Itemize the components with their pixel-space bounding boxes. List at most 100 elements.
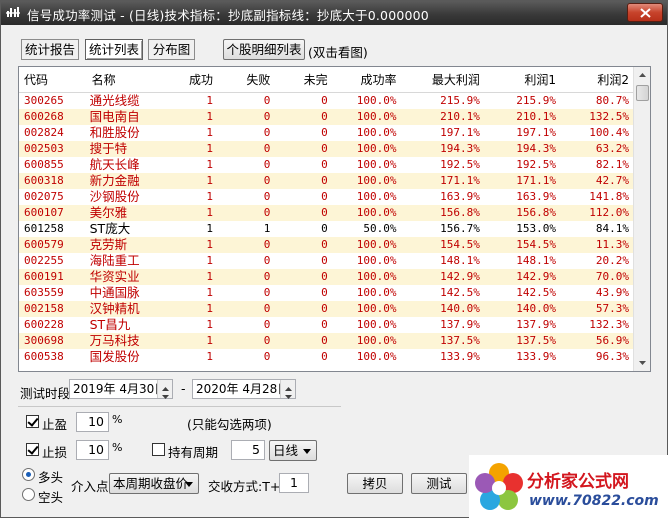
cell-success: 1 bbox=[164, 316, 218, 333]
col-header-max-profit[interactable]: 最大利润 bbox=[400, 67, 484, 93]
table-row[interactable]: 601258 ST庞大 1 1 0 50.0% 156.7% 153.0% 84.1% bbox=[19, 220, 633, 237]
cell-rate: 100.0% bbox=[331, 172, 401, 189]
tab-list[interactable]: 统计列表 bbox=[85, 39, 143, 60]
cell-rate: 100.0% bbox=[331, 140, 401, 157]
col-header-success[interactable]: 成功 bbox=[164, 67, 218, 93]
cell-profit1: 142.5% bbox=[483, 284, 560, 301]
cell-fail: 0 bbox=[217, 316, 275, 333]
cell-pending: 0 bbox=[274, 140, 332, 157]
cell-max-profit: 154.5% bbox=[400, 236, 484, 253]
cell-rate: 100.0% bbox=[331, 268, 401, 285]
cell-name: 沙钢股份 bbox=[83, 188, 165, 205]
window-title: 信号成功率测试 - (日线)技术指标：抄底副指标线：抄底大于0.000000 bbox=[27, 8, 429, 23]
cell-success: 1 bbox=[164, 300, 218, 317]
cell-code: 300265 bbox=[19, 92, 84, 109]
cell-rate: 100.0% bbox=[331, 332, 401, 349]
cell-rate: 100.0% bbox=[331, 156, 401, 173]
cell-profit1: 171.1% bbox=[483, 172, 560, 189]
table-row[interactable]: 600228 ST昌九 1 0 0 100.0% 137.9% 137.9% 132.3% bbox=[19, 316, 633, 333]
col-header-name[interactable]: 名称 bbox=[83, 67, 165, 93]
cell-profit1: 137.9% bbox=[483, 316, 560, 333]
long-label: 多头 bbox=[38, 470, 64, 485]
table-row[interactable]: 600579 克劳斯 1 0 0 100.0% 154.5% 154.5% 11.3% bbox=[19, 236, 633, 253]
cell-profit2: 132.5% bbox=[559, 108, 633, 125]
holding-period-unit-select[interactable]: 日线 bbox=[269, 440, 317, 461]
close-icon bbox=[640, 8, 651, 18]
col-header-rate[interactable]: 成功率 bbox=[331, 67, 401, 93]
test-button[interactable]: 测试 bbox=[411, 473, 467, 494]
close-button[interactable] bbox=[627, 3, 663, 22]
cell-name: 通光线缆 bbox=[83, 92, 165, 109]
title-bar[interactable]: 信号成功率测试 - (日线)技术指标：抄底副指标线：抄底大于0.000000 bbox=[1, 1, 667, 25]
take-profit-label: 止盈 bbox=[42, 417, 68, 432]
tab-report[interactable]: 统计报告 bbox=[21, 39, 79, 60]
table-row[interactable]: 002824 和胜股份 1 0 0 100.0% 197.1% 197.1% 100.4% bbox=[19, 124, 633, 141]
trade-mode-label: 交收方式:T+ bbox=[208, 479, 281, 494]
table-row[interactable]: 600318 新力金融 1 0 0 100.0% 171.1% 171.1% 42.7% bbox=[19, 172, 633, 189]
stop-loss-input[interactable]: 10 bbox=[76, 440, 109, 460]
table-row[interactable]: 002075 沙钢股份 1 0 0 100.0% 163.9% 163.9% 141.8% bbox=[19, 188, 633, 205]
cell-success: 1 bbox=[164, 268, 218, 285]
flower-logo-icon bbox=[475, 463, 523, 510]
cell-pending: 0 bbox=[274, 172, 332, 189]
cell-profit2: 70.0% bbox=[559, 268, 633, 285]
scroll-thumb[interactable] bbox=[636, 85, 649, 101]
trade-mode-input[interactable]: 1 bbox=[279, 473, 309, 493]
cell-code: 002158 bbox=[19, 300, 84, 317]
stock-detail-list-button[interactable]: 个股明细列表 bbox=[223, 39, 305, 60]
start-date-picker[interactable]: 2019年 4月30日 bbox=[69, 379, 173, 399]
holding-period-input[interactable]: 5 bbox=[231, 440, 265, 460]
cell-profit2: 82.1% bbox=[559, 156, 633, 173]
col-header-code[interactable]: 代码 bbox=[19, 67, 84, 93]
start-date-spinner[interactable] bbox=[157, 380, 172, 399]
cell-max-profit: 156.7% bbox=[400, 220, 484, 237]
cell-code: 600855 bbox=[19, 156, 84, 173]
scroll-up-arrow-icon[interactable] bbox=[634, 67, 650, 84]
holding-period-unit-value: 日线 bbox=[273, 443, 299, 458]
cell-max-profit: 194.3% bbox=[400, 140, 484, 157]
long-radio[interactable] bbox=[22, 468, 35, 481]
cell-success: 1 bbox=[164, 92, 218, 109]
table-row[interactable]: 600538 国发股份 1 0 0 100.0% 133.9% 133.9% 96.3% bbox=[19, 348, 633, 365]
cell-rate: 100.0% bbox=[331, 188, 401, 205]
table-row[interactable]: 002255 海陆重工 1 0 0 100.0% 148.1% 148.1% 20.2% bbox=[19, 252, 633, 269]
short-radio[interactable] bbox=[22, 488, 35, 501]
table-row[interactable]: 600107 美尔雅 1 0 0 100.0% 156.8% 156.8% 112.0% bbox=[19, 204, 633, 221]
end-date-picker[interactable]: 2020年 4月28日 bbox=[192, 379, 296, 399]
table-row[interactable]: 600191 华资实业 1 0 0 100.0% 142.9% 142.9% 70.0% bbox=[19, 268, 633, 285]
col-header-pending[interactable]: 未完 bbox=[274, 67, 332, 93]
end-date-spinner[interactable] bbox=[280, 380, 295, 399]
col-header-profit1[interactable]: 利润1 bbox=[483, 67, 560, 93]
take-profit-input[interactable]: 10 bbox=[76, 412, 109, 432]
cell-profit2: 132.3% bbox=[559, 316, 633, 333]
cell-fail: 0 bbox=[217, 92, 275, 109]
cell-name: 新力金融 bbox=[83, 172, 165, 189]
cell-max-profit: 140.0% bbox=[400, 300, 484, 317]
table-row[interactable]: 600855 航天长峰 1 0 0 100.0% 192.5% 192.5% 82.1% bbox=[19, 156, 633, 173]
scroll-down-arrow-icon[interactable] bbox=[634, 354, 650, 371]
col-header-fail[interactable]: 失败 bbox=[217, 67, 275, 93]
grid-vertical-scrollbar[interactable] bbox=[633, 67, 650, 371]
cell-max-profit: 133.9% bbox=[400, 348, 484, 365]
chevron-down-icon bbox=[303, 449, 311, 454]
watermark-url: www.70822.com bbox=[529, 493, 659, 509]
cell-code: 600107 bbox=[19, 204, 84, 221]
tab-distribution[interactable]: 分布图 bbox=[148, 39, 195, 60]
col-header-profit2[interactable]: 利润2 bbox=[559, 67, 633, 93]
table-row[interactable]: 603559 中通国脉 1 0 0 100.0% 142.5% 142.5% 43.9% bbox=[19, 284, 633, 301]
table-row[interactable]: 300265 通光线缆 1 0 0 100.0% 215.9% 215.9% 80.7% bbox=[19, 92, 633, 109]
copy-button[interactable]: 拷贝 bbox=[347, 473, 403, 494]
cell-fail: 0 bbox=[217, 252, 275, 269]
entry-point-select[interactable]: 本周期收盘价 bbox=[109, 473, 199, 494]
table-row[interactable]: 300698 万马科技 1 0 0 100.0% 137.5% 137.5% 56.9% bbox=[19, 332, 633, 349]
take-profit-checkbox[interactable] bbox=[26, 415, 39, 428]
statistics-grid[interactable]: 代码 名称 成功 失败 未完 成功率 最大利润 利润1 利润2 300265 通光… bbox=[18, 66, 651, 372]
cell-profit2: 100.4% bbox=[559, 124, 633, 141]
cell-profit1: 148.1% bbox=[483, 252, 560, 269]
table-row[interactable]: 002158 汉钟精机 1 0 0 100.0% 140.0% 140.0% 57.3% bbox=[19, 300, 633, 317]
stop-loss-checkbox[interactable] bbox=[26, 443, 39, 456]
cell-max-profit: 171.1% bbox=[400, 172, 484, 189]
holding-period-checkbox[interactable] bbox=[152, 443, 165, 456]
table-row[interactable]: 002503 搜于特 1 0 0 100.0% 194.3% 194.3% 63.2% bbox=[19, 140, 633, 157]
table-row[interactable]: 600268 国电南自 1 0 0 100.0% 210.1% 210.1% 132.5% bbox=[19, 108, 633, 125]
